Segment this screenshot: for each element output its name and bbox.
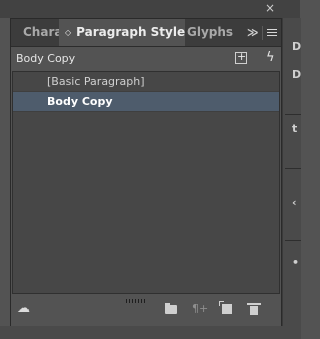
adjacent-panel-strip: D D t ‹ • <box>282 18 301 339</box>
tab-paragraph-styles[interactable]: ◇ Paragraph Styles <box>59 19 185 46</box>
new-style-icon[interactable] <box>219 301 232 314</box>
strip-glyph: • <box>292 256 300 269</box>
close-icon[interactable]: × <box>265 0 275 16</box>
panel-footer: ☁ ¶+ <box>11 295 281 325</box>
quick-apply-icon[interactable]: ϟ <box>266 50 275 66</box>
strip-glyph: ‹ <box>292 196 297 209</box>
list-item-body-copy[interactable]: Body Copy <box>13 92 279 112</box>
current-style-label: Body Copy <box>16 52 76 65</box>
trash-icon[interactable] <box>247 303 261 315</box>
tab-divider <box>262 26 263 40</box>
styles-list: [Basic Paragraph] Body Copy <box>12 71 280 294</box>
hamburger-menu-icon[interactable] <box>267 29 277 38</box>
cloud-library-icon[interactable]: ☁ <box>17 302 30 316</box>
paragraph-styles-panel: Characte ◇ Paragraph Styles Glyphs ≫ Body… <box>10 18 282 327</box>
tab-character[interactable]: Characte <box>11 19 59 46</box>
resize-grip[interactable] <box>126 299 146 303</box>
strip-glyph: D <box>292 68 302 81</box>
tab-overflow-button[interactable]: ≫ <box>247 19 259 46</box>
tab-glyphs[interactable]: Glyphs <box>185 19 235 46</box>
app-top-strip: × <box>0 0 300 18</box>
strip-divider <box>285 240 301 241</box>
bottom-strip <box>0 326 300 339</box>
new-style-group-icon[interactable]: + <box>235 50 247 64</box>
tab-label: Paragraph Styles <box>76 25 185 39</box>
strip-divider <box>285 114 301 115</box>
strip-glyph: t <box>292 122 298 135</box>
strip-glyph: D <box>292 40 302 53</box>
strip-divider <box>285 168 301 169</box>
list-item-basic-paragraph[interactable]: [Basic Paragraph] <box>13 72 279 92</box>
panel-tab-bar: Characte ◇ Paragraph Styles Glyphs ≫ <box>11 19 281 47</box>
folder-icon[interactable] <box>165 303 177 314</box>
sort-arrows-icon: ◇ <box>65 28 72 37</box>
panel-header: Body Copy + ϟ <box>11 47 281 71</box>
clear-overrides-icon[interactable]: ¶+ <box>192 302 208 316</box>
